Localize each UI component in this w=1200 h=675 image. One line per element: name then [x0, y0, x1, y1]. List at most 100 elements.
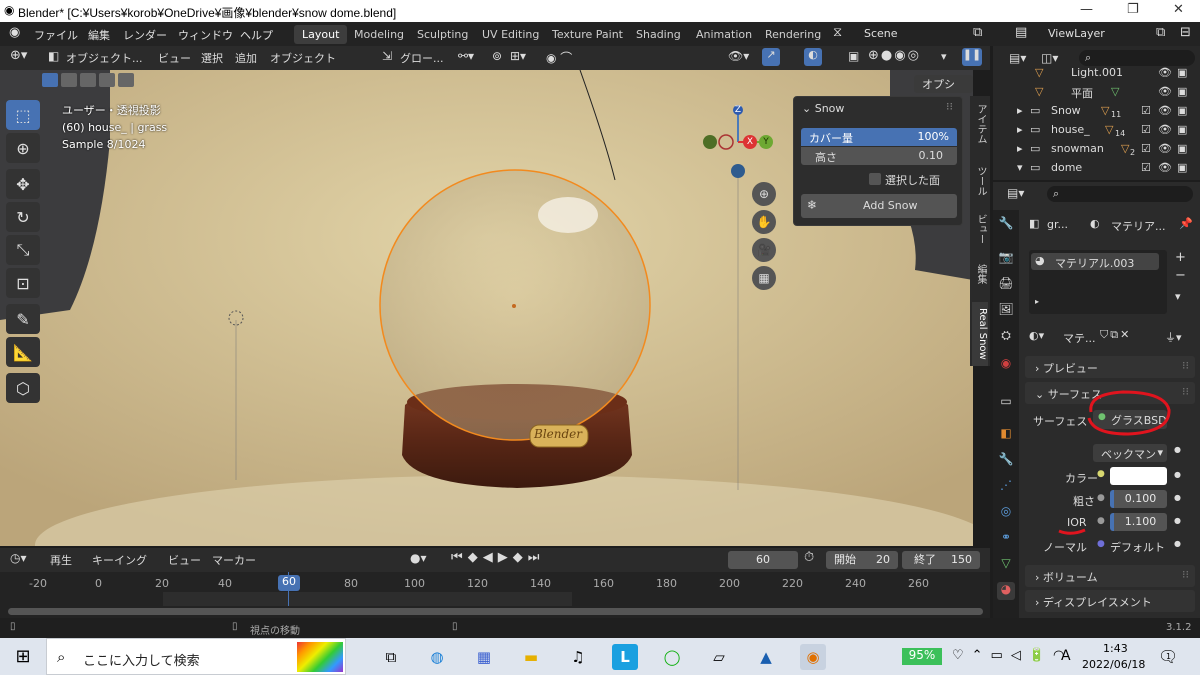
tab-texture-paint[interactable]: Texture Paint	[544, 25, 631, 44]
tool-tab-icon[interactable]: 🔧	[997, 216, 1015, 234]
task-view-icon[interactable]: ⧉	[378, 644, 404, 670]
expand-arrow-icon[interactable]: ▸	[1017, 104, 1023, 117]
height-field[interactable]: 高さ 0.10	[801, 147, 957, 165]
physics-tab-icon[interactable]: ◎	[997, 504, 1015, 522]
timeline-scrollbar[interactable]	[8, 608, 983, 615]
proportional-edit-icon[interactable]: ◉ ⌒	[546, 49, 572, 66]
playhead-frame[interactable]: 60	[278, 575, 300, 591]
timeline[interactable]: 60 -20 0 20 40 80 100 120 140 160 180 20…	[0, 572, 990, 618]
tab-real-snow[interactable]: Real Snow	[972, 302, 988, 366]
panel-drag-icon[interactable]: ⁝⁝	[946, 100, 953, 113]
gizmo-toggle-icon[interactable]: ↗	[762, 48, 780, 66]
render-camera-icon[interactable]: ▣	[1177, 66, 1187, 79]
cursor-tool-icon[interactable]: ⊕	[6, 133, 40, 163]
timeline-editor-icon[interactable]: ◷▾	[10, 551, 27, 565]
view-layer-name[interactable]: ViewLayer	[1048, 27, 1105, 40]
visibility-eye-icon[interactable]: 👁	[1158, 85, 1172, 98]
menu-select[interactable]: 選択	[201, 50, 223, 66]
blender-taskbar-icon[interactable]: ◉	[800, 644, 826, 670]
photos-icon[interactable]: ▲	[753, 644, 779, 670]
tab-item[interactable]: アイテム	[972, 104, 988, 144]
exclude-checkbox-icon[interactable]: ☑	[1141, 161, 1151, 174]
snap-icon[interactable]: ⊚	[492, 49, 502, 63]
playback-controls-icon[interactable]: ⏮◆◀▶◆⏭	[451, 550, 544, 565]
output-tab-icon[interactable]: 🖨	[997, 276, 1015, 294]
maximize-button[interactable]: ❐	[1127, 2, 1139, 17]
data-tab-icon[interactable]: ▽	[997, 556, 1015, 574]
tab-layout[interactable]: Layout	[294, 25, 348, 44]
windows-start-icon[interactable]: ⊞	[10, 644, 36, 670]
object-tab-icon[interactable]: ◧	[997, 426, 1015, 444]
snow-panel-title[interactable]: ⌄ Snow	[802, 102, 844, 115]
select-tool-icon[interactable]: ⬚	[6, 100, 40, 130]
current-frame-field[interactable]: 60	[728, 551, 798, 569]
render-tab-icon[interactable]: 📷	[997, 250, 1015, 268]
visibility-eye-icon[interactable]: 👁	[1158, 142, 1172, 155]
expand-arrow-icon[interactable]: ▾	[1017, 161, 1023, 174]
exclude-checkbox-icon[interactable]: ☑	[1141, 123, 1151, 136]
menu-render[interactable]: レンダー	[123, 27, 167, 43]
expand-arrow-icon[interactable]: ▸	[1017, 123, 1023, 136]
copy-view-layer-icon[interactable]: ⧉	[1156, 25, 1165, 40]
gizmo-y[interactable]: Y	[759, 135, 773, 149]
menu-view[interactable]: ビュー	[158, 50, 191, 66]
scene-tab-icon[interactable]: ⛭	[997, 328, 1015, 346]
select-new-icon[interactable]	[42, 73, 58, 87]
editor-type-icon[interactable]: ⊕▾	[10, 48, 27, 63]
mode-select[interactable]: オブジェクト...	[66, 50, 143, 66]
menu-window[interactable]: ウィンドウ	[178, 27, 233, 43]
ime-indicator[interactable]: A	[1061, 648, 1071, 664]
snap-target-icon[interactable]: ⊞▾	[510, 49, 526, 63]
exclude-checkbox-icon[interactable]: ☑	[1141, 104, 1151, 117]
menu-marker[interactable]: マーカー	[212, 552, 256, 568]
pan-hand-icon[interactable]: ✋	[752, 210, 776, 234]
ortho-grid-icon[interactable]: ▦	[752, 266, 776, 290]
collection-tab-icon[interactable]: ▭	[997, 394, 1015, 412]
render-camera-icon[interactable]: ▣	[1177, 161, 1187, 174]
battery-badge[interactable]: 95%	[902, 648, 942, 665]
tab-rendering[interactable]: Rendering	[757, 25, 829, 44]
tab-uv-editing[interactable]: UV Editing	[474, 25, 547, 44]
material-tab-icon[interactable]: ◕	[997, 582, 1015, 600]
tab-edit[interactable]: 編集	[972, 264, 988, 284]
end-frame-field[interactable]: 終了 150	[902, 551, 980, 569]
line-icon[interactable]: ◯	[659, 644, 685, 670]
clock-date[interactable]: 2022/06/18	[1082, 658, 1145, 671]
tab-tool[interactable]: ツール	[972, 166, 988, 196]
l-app-icon[interactable]: L	[612, 644, 638, 670]
menu-file[interactable]: ファイル	[34, 27, 78, 43]
outliner-row[interactable]: ▾ ▭ dome ☑ 👁 ▣	[993, 161, 1200, 179]
tab-shading[interactable]: Shading	[628, 25, 689, 44]
select-subtract-icon[interactable]	[80, 73, 96, 87]
transform-orientation[interactable]: グロー...	[400, 50, 444, 66]
gizmo-z[interactable]: Z	[733, 105, 743, 115]
display-mode-icon[interactable]: ◫▾	[1041, 51, 1058, 65]
camera-icon[interactable]: 🎥	[752, 238, 776, 262]
minimize-button[interactable]: —	[1080, 2, 1093, 17]
select-invert-icon[interactable]	[99, 73, 115, 87]
outliner-row[interactable]: ▸ ▭ house_ ▽ 14 ☑ 👁 ▣	[993, 123, 1200, 141]
visibility-eye-icon[interactable]: 👁	[1158, 66, 1172, 79]
world-tab-icon[interactable]: ◉	[997, 356, 1015, 374]
view-layer-tab-icon[interactable]: 🖼	[997, 302, 1015, 320]
record-icon[interactable]: ●▾	[410, 551, 427, 565]
tray-icons[interactable]: ♡⌃▭◁🔋◠	[952, 648, 1072, 663]
close-button[interactable]: ✕	[1173, 2, 1184, 17]
tab-animation[interactable]: Animation	[688, 25, 760, 44]
pivot-icon[interactable]: ⚯▾	[458, 49, 474, 63]
outliner-row[interactable]: ▽ 平面 ▽ 👁 ▣	[993, 85, 1200, 103]
overlay-toggle-icon[interactable]: ◐	[804, 48, 822, 66]
menu-object[interactable]: オブジェクト	[270, 50, 336, 66]
cover-amount-slider[interactable]: カバー量 100%	[801, 128, 957, 146]
render-camera-icon[interactable]: ▣	[1177, 85, 1187, 98]
select-intersect-icon[interactable]	[118, 73, 134, 87]
visibility-eye-icon[interactable]: 👁	[1158, 123, 1172, 136]
shading-modes-icon[interactable]: ⊕●◉◎	[868, 48, 921, 63]
add-cube-tool-icon[interactable]: ⬡	[6, 373, 40, 403]
outliner-editor-icon[interactable]: ▤▾	[1009, 51, 1026, 65]
measure-tool-icon[interactable]: 📐	[6, 337, 40, 367]
scale-tool-icon[interactable]: ⤡	[6, 235, 40, 265]
menu-timeline-view[interactable]: ビュー	[168, 552, 201, 568]
zoom-icon[interactable]: ⊕	[752, 182, 776, 206]
add-snow-button[interactable]: ❄ Add Snow	[801, 194, 957, 218]
